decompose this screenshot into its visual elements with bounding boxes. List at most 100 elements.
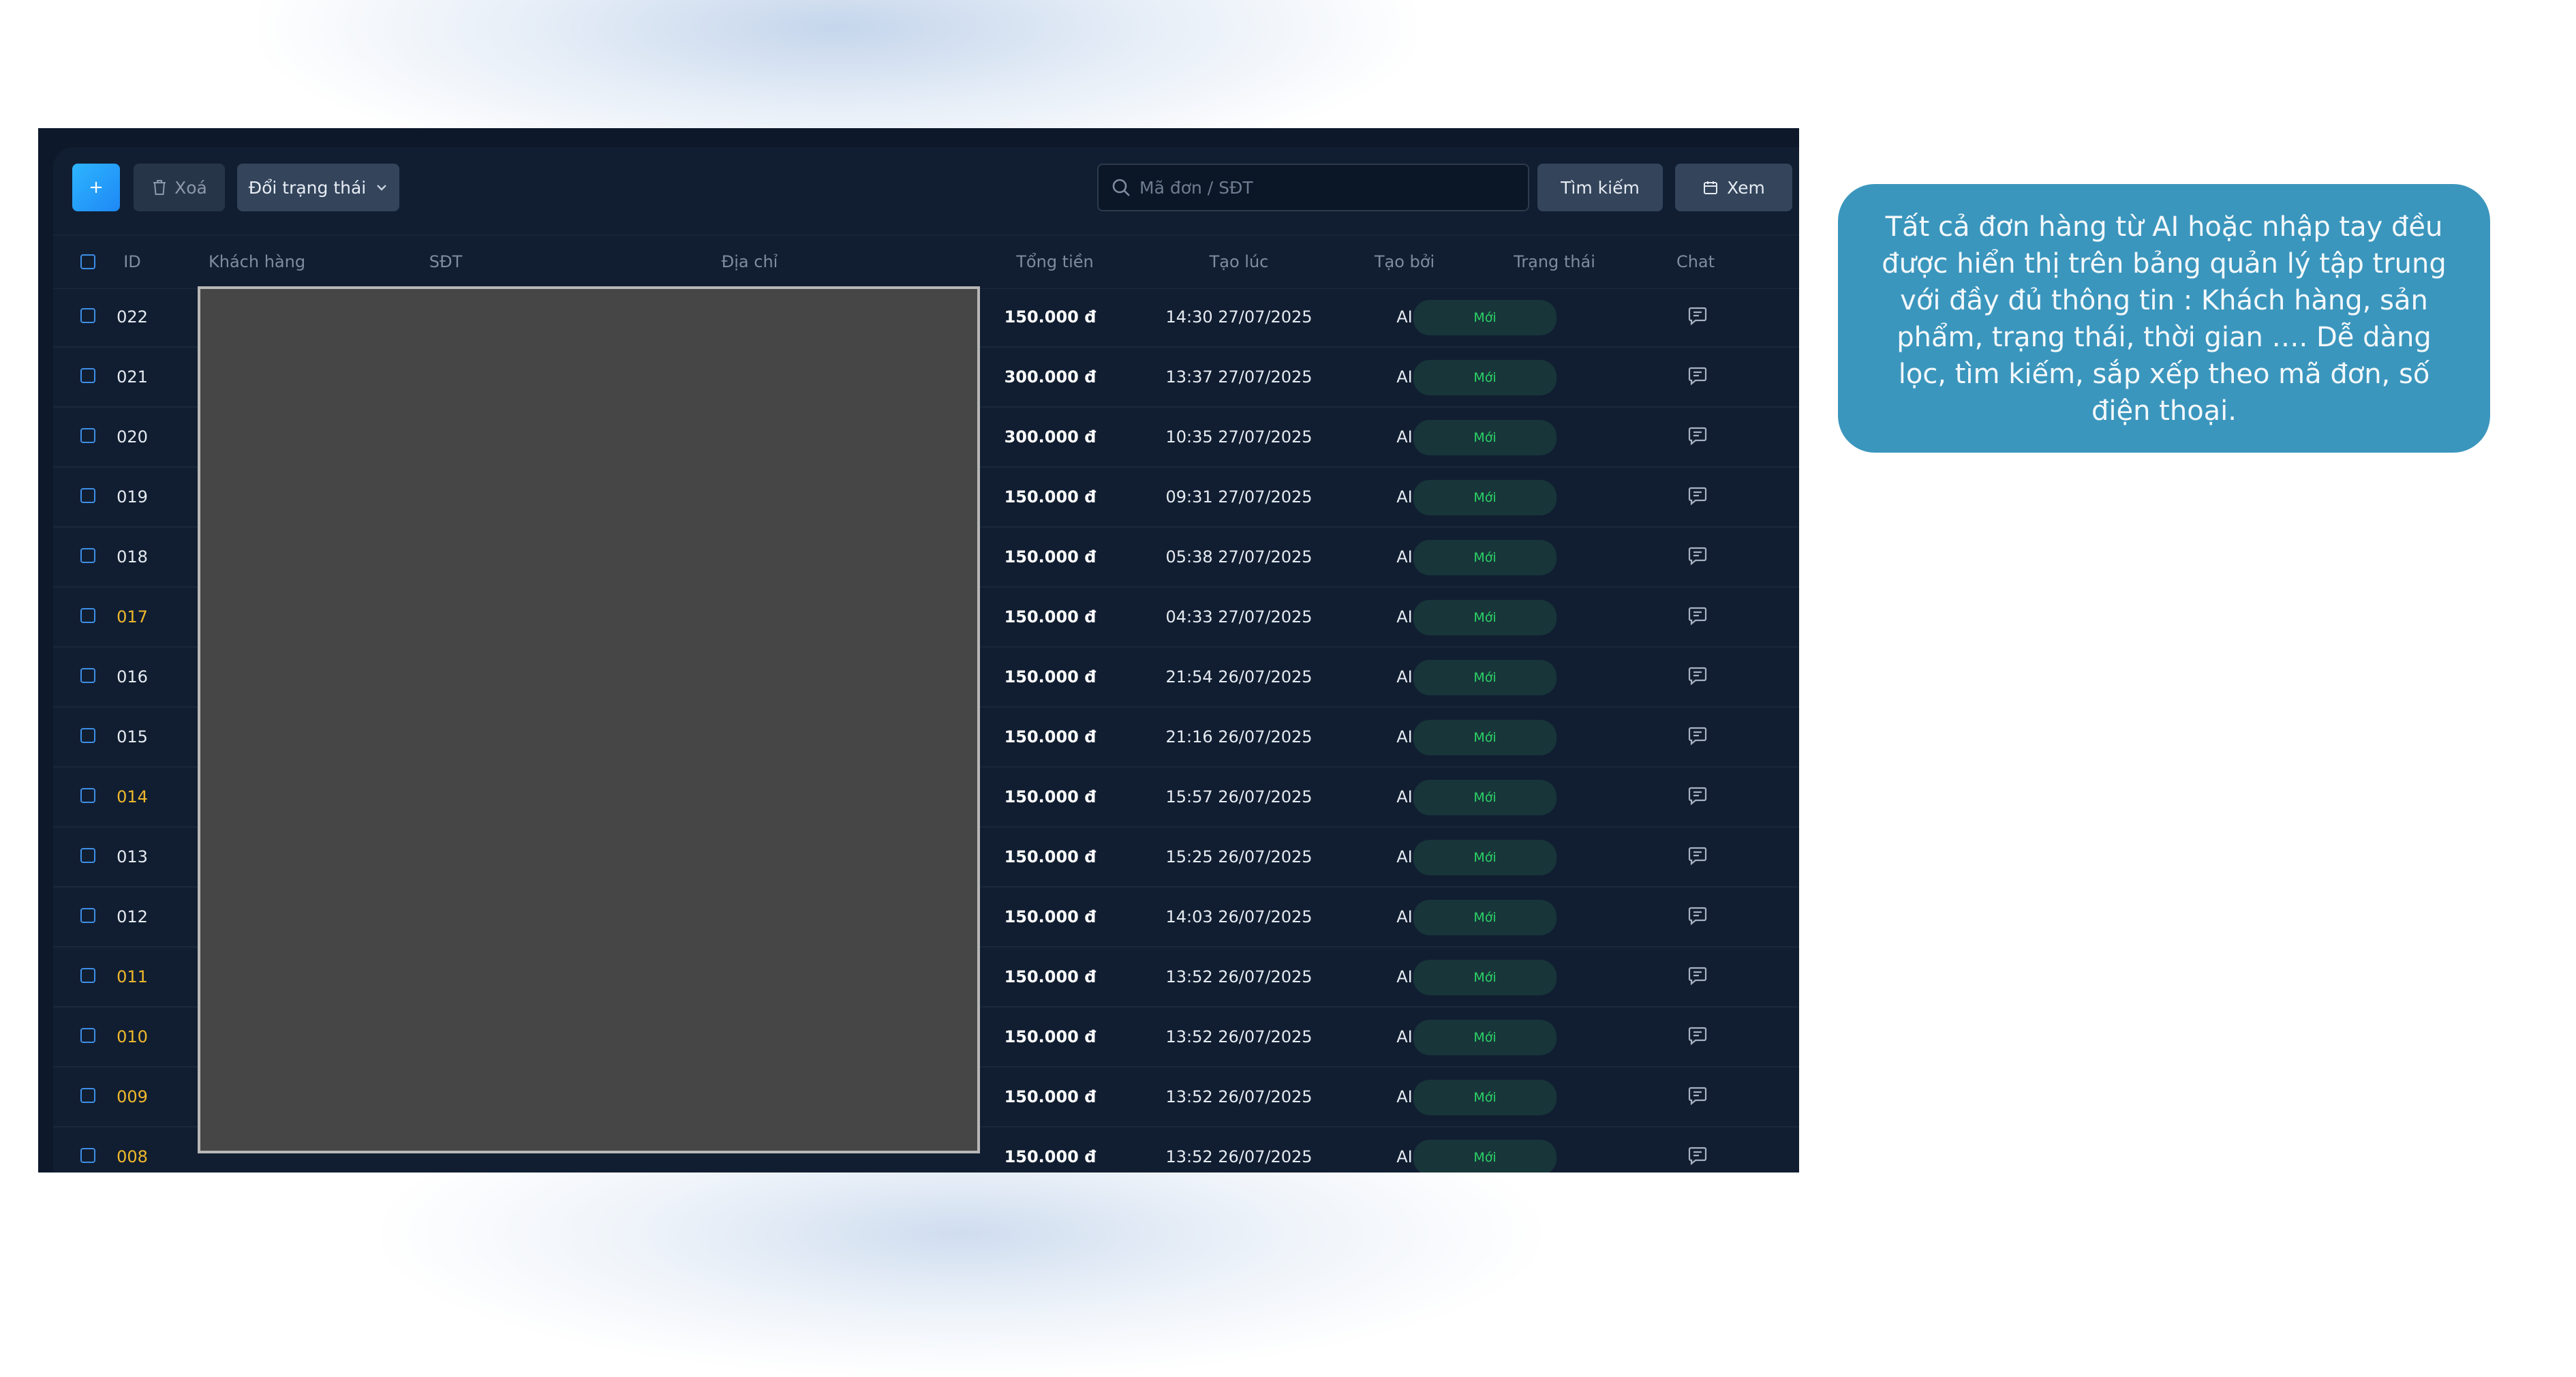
add-label: + (89, 177, 104, 198)
row-id: 009 (117, 1087, 148, 1106)
row-checkbox[interactable] (80, 368, 95, 383)
row-id: 021 (117, 367, 148, 387)
status-badge[interactable]: Mới (1413, 480, 1557, 515)
row-checkbox[interactable] (80, 968, 95, 983)
row-created-at: 10:35 27/07/2025 (1165, 427, 1313, 447)
add-order-button[interactable]: + (72, 164, 120, 211)
calendar-icon (1704, 181, 1718, 194)
row-checkbox[interactable] (80, 488, 95, 503)
row-id: 014 (117, 787, 148, 806)
row-id: 017 (117, 607, 148, 626)
view-button[interactable]: Xem (1675, 164, 1792, 211)
delete-button[interactable]: Xoá (134, 164, 225, 211)
status-badge[interactable]: Mới (1413, 660, 1557, 695)
row-checkbox[interactable] (80, 608, 95, 623)
chat-icon[interactable] (1687, 905, 1708, 926)
chat-icon[interactable] (1687, 725, 1708, 746)
redacted-region (198, 286, 980, 1153)
row-checkbox[interactable] (80, 1028, 95, 1043)
callout-text: Tất cả đơn hàng từ AI hoặc nhập tay đều … (1882, 211, 2447, 427)
status-badge[interactable]: Mới (1413, 600, 1557, 635)
row-checkbox[interactable] (80, 428, 95, 443)
search-box[interactable] (1097, 164, 1529, 211)
chat-icon[interactable] (1687, 425, 1708, 446)
chat-icon[interactable] (1687, 365, 1708, 386)
status-badge[interactable]: Mới (1413, 840, 1557, 875)
row-total: 150.000 đ (1004, 607, 1097, 626)
row-created-at: 21:16 26/07/2025 (1165, 727, 1313, 746)
row-created-at: 04:33 27/07/2025 (1165, 607, 1313, 626)
row-total: 150.000 đ (1004, 787, 1097, 806)
row-created-by: AI (1396, 1147, 1413, 1166)
row-id: 022 (117, 307, 148, 327)
info-callout: Tất cả đơn hàng từ AI hoặc nhập tay đều … (1838, 184, 2490, 453)
row-created-by: AI (1396, 967, 1413, 986)
status-badge[interactable]: Mới (1413, 1140, 1557, 1172)
column-address[interactable]: Địa chỉ (722, 235, 778, 288)
status-badge[interactable]: Mới (1413, 300, 1557, 335)
chat-icon[interactable] (1687, 545, 1708, 566)
row-total: 150.000 đ (1004, 967, 1097, 986)
row-checkbox[interactable] (80, 668, 95, 683)
chat-icon[interactable] (1687, 485, 1708, 506)
row-checkbox[interactable] (80, 788, 95, 803)
view-button-label: Xem (1727, 177, 1765, 198)
row-created-at: 13:52 26/07/2025 (1165, 967, 1313, 986)
row-created-by: AI (1396, 307, 1413, 327)
status-badge[interactable]: Mới (1413, 1020, 1557, 1055)
chat-icon[interactable] (1687, 1085, 1708, 1106)
row-created-at: 15:57 26/07/2025 (1165, 787, 1313, 806)
row-created-at: 09:31 27/07/2025 (1165, 487, 1313, 506)
row-checkbox[interactable] (80, 908, 95, 923)
change-status-label: Đổi trạng thái (248, 177, 367, 198)
row-checkbox[interactable] (80, 1088, 95, 1103)
status-badge[interactable]: Mới (1413, 960, 1557, 995)
chat-icon[interactable] (1687, 1145, 1708, 1166)
row-id: 016 (117, 667, 148, 686)
row-id: 015 (117, 727, 148, 746)
row-created-by: AI (1396, 1087, 1413, 1106)
row-total: 150.000 đ (1004, 1087, 1097, 1106)
chat-icon[interactable] (1687, 665, 1708, 686)
row-created-at: 14:30 27/07/2025 (1165, 307, 1313, 327)
column-phone[interactable]: SĐT (429, 235, 463, 288)
chat-icon[interactable] (1687, 1025, 1708, 1046)
row-created-at: 13:52 26/07/2025 (1165, 1147, 1313, 1166)
status-badge[interactable]: Mới (1413, 900, 1557, 935)
search-button-label: Tìm kiếm (1561, 177, 1640, 198)
row-total: 300.000 đ (1004, 427, 1097, 447)
row-created-at: 05:38 27/07/2025 (1165, 547, 1313, 566)
status-badge[interactable]: Mới (1413, 420, 1557, 455)
search-input[interactable] (1138, 177, 1522, 198)
column-chat[interactable]: Chat (1676, 235, 1715, 288)
status-badge[interactable]: Mới (1413, 1080, 1557, 1115)
row-id: 011 (117, 967, 148, 986)
chat-icon[interactable] (1687, 965, 1708, 986)
status-badge[interactable]: Mới (1413, 540, 1557, 575)
row-checkbox[interactable] (80, 548, 95, 563)
column-id[interactable]: ID (123, 235, 141, 288)
change-status-dropdown[interactable]: Đổi trạng thái (237, 164, 399, 211)
status-badge[interactable]: Mới (1413, 720, 1557, 755)
column-customer[interactable]: Khách hàng (209, 235, 305, 288)
status-badge[interactable]: Mới (1413, 360, 1557, 395)
row-created-by: AI (1396, 367, 1413, 387)
chat-icon[interactable] (1687, 305, 1708, 326)
column-created-at[interactable]: Tạo lúc (1210, 235, 1269, 288)
select-all-checkbox[interactable] (80, 254, 95, 269)
row-checkbox[interactable] (80, 1148, 95, 1163)
column-status[interactable]: Trạng thái (1514, 235, 1595, 288)
column-created-by[interactable]: Tạo bởi (1375, 235, 1435, 288)
row-checkbox[interactable] (80, 848, 95, 863)
row-id: 018 (117, 547, 148, 566)
status-badge[interactable]: Mới (1413, 780, 1557, 815)
chat-icon[interactable] (1687, 605, 1708, 626)
column-total[interactable]: Tổng tiền (1016, 235, 1093, 288)
row-checkbox[interactable] (80, 728, 95, 743)
search-button[interactable]: Tìm kiếm (1537, 164, 1663, 211)
row-id: 019 (117, 487, 148, 506)
chat-icon[interactable] (1687, 785, 1708, 806)
row-checkbox[interactable] (80, 308, 95, 323)
row-created-by: AI (1396, 667, 1413, 686)
chat-icon[interactable] (1687, 845, 1708, 866)
